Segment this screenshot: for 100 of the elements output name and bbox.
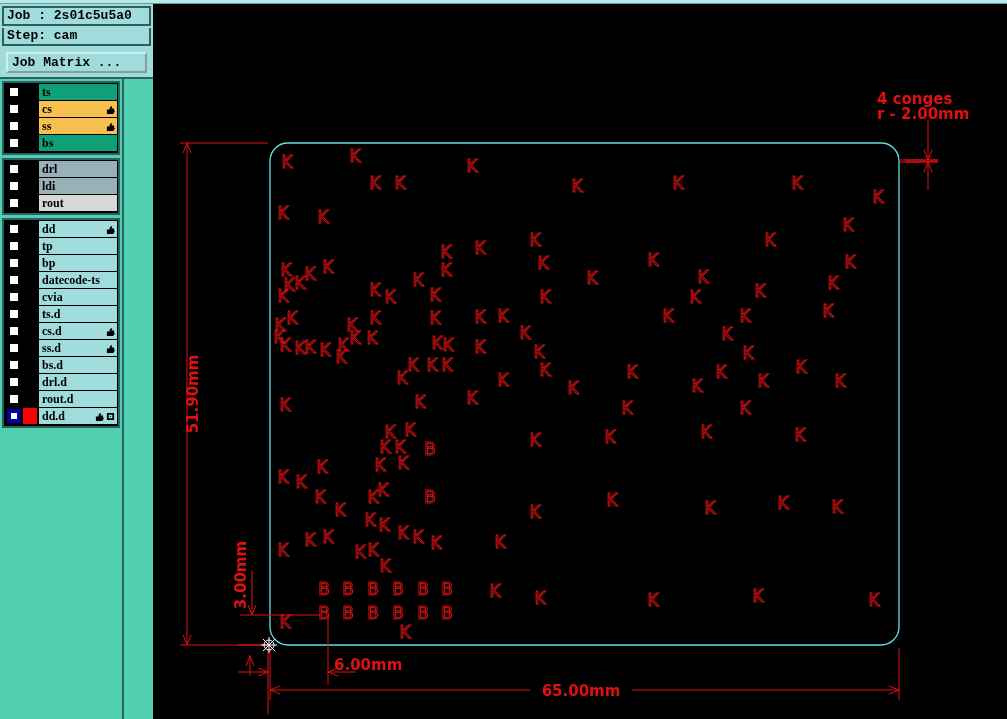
feature-mark: B <box>342 579 354 599</box>
layer-checkbox[interactable] <box>7 324 21 338</box>
feature-mark: K <box>497 370 509 390</box>
layer-checkbox[interactable] <box>7 179 21 193</box>
feature-mark: K <box>757 371 769 391</box>
layer-checkbox[interactable] <box>7 392 21 406</box>
layer-checkbox[interactable] <box>7 375 21 389</box>
feature-mark: K <box>831 497 843 517</box>
feature-mark: K <box>474 307 486 327</box>
layer-checkbox[interactable] <box>7 341 21 355</box>
feature-mark: K <box>316 457 328 477</box>
layer-name[interactable]: cs.d <box>39 323 117 339</box>
feature-mark: K <box>489 581 501 601</box>
feature-mark: K <box>834 371 846 391</box>
layer-name[interactable]: ss <box>39 118 117 134</box>
feature-mark: B <box>342 603 354 623</box>
feature-mark: K <box>426 355 438 375</box>
feature-mark: K <box>369 173 381 193</box>
feature-mark: K <box>533 342 545 362</box>
layer-name[interactable]: cs <box>39 101 117 117</box>
feature-mark: K <box>626 362 638 382</box>
feature-mark: K <box>647 250 659 270</box>
layer-name[interactable]: rout <box>39 195 117 211</box>
layer-name[interactable]: ldi <box>39 178 117 194</box>
feature-mark: K <box>281 152 293 172</box>
layer-name[interactable]: dd.d <box>39 408 117 424</box>
feature-mark: K <box>494 532 506 552</box>
layer-name[interactable]: drl.d <box>39 374 117 390</box>
feature-mark: B <box>392 579 404 599</box>
feature-mark: B <box>392 603 404 623</box>
feature-mark: K <box>795 357 807 377</box>
feature-mark: B <box>417 579 429 599</box>
layer-checkbox[interactable] <box>7 409 21 423</box>
feature-mark: B <box>367 579 379 599</box>
feature-mark: K <box>868 590 880 610</box>
feature-mark: B <box>417 603 429 623</box>
feature-mark: K <box>279 612 291 632</box>
layer-name[interactable]: cvia <box>39 289 117 305</box>
layer-checkbox[interactable] <box>7 358 21 372</box>
layer-checkbox[interactable] <box>7 136 21 150</box>
layer-name[interactable]: tp <box>39 238 117 254</box>
layer-name[interactable]: ts <box>39 84 117 100</box>
job-matrix-button[interactable]: Job Matrix ... <box>6 52 147 73</box>
layer-name[interactable]: bs <box>39 135 117 151</box>
layer-name[interactable]: ts.d <box>39 306 117 322</box>
feature-mark: K <box>752 586 764 606</box>
layer-checkbox[interactable] <box>7 85 21 99</box>
feature-mark: K <box>399 622 411 642</box>
feature-mark: K <box>440 242 452 262</box>
layer-checkbox[interactable] <box>7 102 21 116</box>
height-dimension-label: 51.90mm <box>184 354 202 434</box>
layer-checkbox[interactable] <box>7 273 21 287</box>
layer-checkbox[interactable] <box>7 239 21 253</box>
layer-checkbox[interactable] <box>7 119 21 133</box>
feature-mark: K <box>777 493 789 513</box>
feature-mark: B <box>367 603 379 623</box>
feature-mark: B <box>441 579 453 599</box>
feature-mark: K <box>794 425 806 445</box>
feature-mark: K <box>379 556 391 576</box>
feature-mark: K <box>440 260 452 280</box>
feature-mark: K <box>397 523 409 543</box>
feature-mark: K <box>539 360 551 380</box>
feature-mark: K <box>606 490 618 510</box>
feature-mark: K <box>567 378 579 398</box>
layer-checkbox[interactable] <box>7 307 21 321</box>
layer-checkbox[interactable] <box>7 256 21 270</box>
layer-name[interactable]: dd <box>39 221 117 237</box>
feature-mark: K <box>742 343 754 363</box>
layer-name[interactable]: rout.d <box>39 391 117 407</box>
feature-mark: K <box>314 487 326 507</box>
layer-name[interactable]: bs.d <box>39 357 117 373</box>
feature-mark: K <box>689 287 701 307</box>
feature-mark: K <box>349 146 361 166</box>
fillet-note: 4 conges <box>877 90 953 108</box>
feature-mark: K <box>412 527 424 547</box>
feature-mark: K <box>704 498 716 518</box>
feature-mark: K <box>529 430 541 450</box>
job-label: Job : 2s01c5u5a0 <box>2 6 151 26</box>
feature-mark: K <box>827 273 839 293</box>
layer-name[interactable]: datecode-ts <box>39 272 117 288</box>
layer-checkbox[interactable] <box>7 196 21 210</box>
layer-name[interactable]: ss.d <box>39 340 117 356</box>
feature-mark: K <box>497 306 509 326</box>
layer-name[interactable]: drl <box>39 161 117 177</box>
layer-name[interactable]: bp <box>39 255 117 271</box>
layer-checkbox[interactable] <box>7 290 21 304</box>
feature-mark: K <box>586 268 598 288</box>
feature-mark: K <box>277 203 289 223</box>
layer-checkbox[interactable] <box>7 162 21 176</box>
offset-x-dimension-label: 6.00mm <box>334 656 403 674</box>
feature-mark: K <box>647 590 659 610</box>
radius-dimension-line <box>899 119 939 191</box>
feature-mark: K <box>377 480 389 500</box>
feature-mark: K <box>319 340 331 360</box>
feature-mark: K <box>872 187 884 207</box>
layer-checkbox[interactable] <box>7 222 21 236</box>
feature-mark: K <box>764 230 776 250</box>
feature-mark: K <box>334 500 346 520</box>
feature-mark: K <box>844 252 856 272</box>
feature-mark: K <box>604 427 616 447</box>
